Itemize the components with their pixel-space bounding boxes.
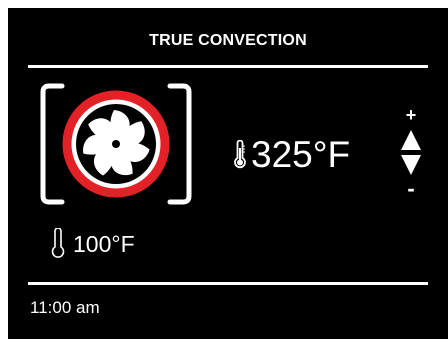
increase-temperature-button[interactable]: + xyxy=(394,106,428,124)
footer-divider xyxy=(28,282,428,285)
oven-temperature-value: 325°F xyxy=(251,134,351,175)
decrease-temperature-button[interactable]: - xyxy=(394,178,428,200)
clock-time: 11:00 am xyxy=(30,298,100,317)
convection-fan-icon xyxy=(40,83,192,205)
probe-temperature-value: 100°F xyxy=(73,230,135,257)
fan-hub xyxy=(112,140,120,148)
oven-set-temperature[interactable]: 325°F xyxy=(233,134,350,176)
up-down-arrows-icon[interactable] xyxy=(401,130,421,181)
temperature-adjust: + - xyxy=(394,106,428,201)
down-arrow-icon[interactable] xyxy=(401,155,421,175)
header-divider xyxy=(28,65,428,68)
left-bracket xyxy=(40,83,65,205)
up-arrow-icon[interactable] xyxy=(401,130,421,150)
oven-display: TRUE CONVECTION 325°F + - 100°F 11:00 am xyxy=(8,8,448,339)
thermometer-icon xyxy=(233,140,247,170)
thermometer-icon xyxy=(51,228,65,260)
right-bracket xyxy=(167,83,192,205)
page-title: TRUE CONVECTION xyxy=(149,32,307,49)
probe-temperature: 100°F xyxy=(51,228,135,260)
convection-mode-button[interactable] xyxy=(40,83,192,205)
